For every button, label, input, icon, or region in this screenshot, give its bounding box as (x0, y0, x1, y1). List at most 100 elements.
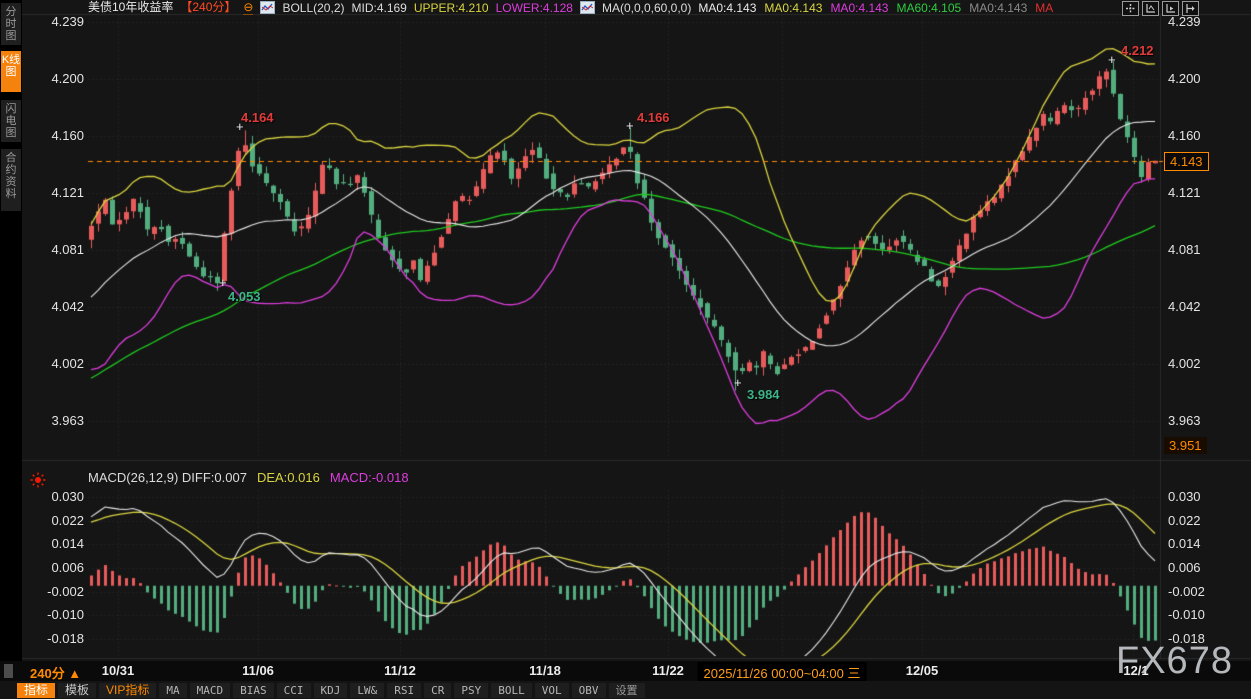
toolbar-button-BOLL[interactable]: BOLL (491, 683, 532, 698)
boll-mid-value: MID:4.169 (352, 1, 407, 15)
macd-tick-left: -0.002 (22, 584, 84, 599)
macd-tick-left: 0.014 (22, 536, 84, 551)
toolbar-button-模板[interactable]: 模板 (58, 683, 96, 698)
sidebar-tab-1[interactable]: 分时图 (1, 3, 21, 45)
price-tick-right: 4.002 (1168, 356, 1201, 371)
date-axis: 240分 ▲ 10/3111/0611/1211/1811/2212/0512/… (0, 661, 1251, 681)
macd-tick-right: -0.010 (1168, 607, 1205, 622)
resize-handle[interactable] (4, 664, 13, 678)
toolbar-button-VOL[interactable]: VOL (535, 683, 569, 698)
date-label: 10/31 (102, 663, 135, 678)
ma-value-6: MA (1035, 1, 1053, 15)
extreme-marker-icon: + (219, 278, 227, 288)
macd-tick-left: -0.010 (22, 607, 84, 622)
sidebar-tab-2[interactable]: K线图 (1, 51, 21, 92)
toolbar-button-RSI[interactable]: RSI (387, 683, 421, 698)
macd-value-label: MACD:-0.018 (330, 470, 409, 485)
price-tick-right: 4.239 (1168, 14, 1201, 29)
macd-dea-label: DEA:0.016 (257, 470, 320, 485)
extreme-marker-icon: + (626, 121, 634, 131)
ma-value-5: MA0:4.143 (969, 1, 1027, 15)
macd-tick-right: 0.006 (1168, 560, 1201, 575)
date-label: 11/18 (529, 663, 561, 678)
alert-icon[interactable] (30, 472, 46, 493)
toolbar-button-LW&[interactable]: LW& (350, 683, 384, 698)
chart-canvas[interactable] (0, 0, 1251, 699)
highlighted-date-label: 2025/11/26 00:00~04:00 三 (698, 662, 867, 683)
extreme-marker-icon: + (734, 378, 742, 388)
chart-pane-icon[interactable] (1142, 1, 1159, 16)
macd-tick-right: 0.030 (1168, 489, 1201, 504)
fx678-watermark: FX678 (1116, 640, 1233, 683)
price-tick-left: 4.121 (22, 185, 84, 200)
macd-tick-left: 0.022 (22, 513, 84, 528)
ma-value-4: MA60:4.105 (896, 1, 961, 15)
date-label: 11/12 (384, 663, 416, 678)
sidebar: 分时图 K线图闪电图合约资料 (0, 0, 22, 661)
toolbar-button-VIP指标[interactable]: VIP指标 (99, 683, 156, 698)
date-label: 11/06 (242, 663, 274, 678)
price-tick-right: 4.042 (1168, 299, 1201, 314)
macd-tick-right: 0.014 (1168, 536, 1201, 551)
price-tick-left: 3.963 (22, 413, 84, 428)
boll-indicator-icon[interactable] (260, 1, 275, 14)
chart-play-icon[interactable] (1162, 1, 1179, 16)
macd-tick-right: -0.002 (1168, 584, 1205, 599)
toolbar-button-指标[interactable]: 指标 (17, 683, 55, 698)
macd-header: MACD(26,12,9) DIFF:0.007 DEA:0.016 MACD:… (88, 470, 409, 485)
header-toolbar-icons (1122, 1, 1199, 16)
sidebar-tab-4[interactable]: 合约资料 (1, 149, 21, 211)
macd-tick-left: 0.006 (22, 560, 84, 575)
toolbar-button-PSY[interactable]: PSY (454, 683, 488, 698)
extreme-marker-icon: + (1108, 55, 1116, 65)
price-tick-left: 4.081 (22, 242, 84, 257)
ma-indicator-icon[interactable] (580, 1, 595, 14)
price-tick-right: 4.081 (1168, 242, 1201, 257)
price-annotation: 3.984 (747, 387, 780, 402)
price-tick-left: 4.239 (22, 14, 84, 29)
period-selector[interactable]: 240分 ▲ (30, 663, 81, 682)
indicator-toolbar: 指标模板VIP指标MA MACDBIASCCIKDJLW&RSICRPSYBOLL… (0, 681, 1251, 699)
ma-value-2: MA0:4.143 (764, 1, 822, 15)
collapse-icon[interactable]: ⊖ (243, 0, 253, 15)
macd-tick-left: -0.018 (22, 631, 84, 646)
crosshair-move-icon[interactable] (1122, 1, 1139, 16)
toolbar-button-MA[interactable]: MA (159, 683, 186, 698)
price-tick-right: 4.200 (1168, 71, 1201, 86)
price-tick-right: 4.160 (1168, 128, 1201, 143)
price-tick-left: 4.200 (22, 71, 84, 86)
period-tag: 【240分】 (180, 0, 236, 15)
ma-value-3: MA0:4.143 (830, 1, 888, 15)
price-tick-left: 4.160 (22, 128, 84, 143)
price-tick-right: 3.963 (1168, 413, 1201, 428)
price-annotation: 4.053 (228, 289, 261, 304)
settings-button[interactable]: 设置 (609, 683, 645, 698)
toolbar-button-BIAS[interactable]: BIAS (233, 683, 274, 698)
exit-fullscreen-icon[interactable] (1182, 1, 1199, 16)
toolbar-button-CCI[interactable]: CCI (277, 683, 311, 698)
ma-label: MA(0,0,0,60,0,0) (602, 1, 691, 15)
ma-values: MA0:4.143MA0:4.143MA0:4.143MA60:4.105MA0… (698, 1, 1053, 15)
macd-diff-label: MACD(26,12,9) DIFF:0.007 (88, 470, 247, 485)
price-annotation: 4.212 (1121, 43, 1154, 58)
chart-header: 美债10年收益率 【240分】 ⊖ BOLL(20,2) MID:4.169 U… (88, 0, 1053, 15)
date-label: 11/22 (652, 663, 684, 678)
extreme-marker-icon: + (236, 122, 244, 132)
toolbar-button-OBV[interactable]: OBV (572, 683, 606, 698)
toolbar-button-KDJ[interactable]: KDJ (314, 683, 348, 698)
price-annotation: 4.166 (637, 110, 670, 125)
boll-upper-value: UPPER:4.210 (414, 1, 489, 15)
chart-app: 分时图 K线图闪电图合约资料 美债10年收益率 【240分】 ⊖ BOLL(20,… (0, 0, 1251, 699)
boll-lower-value: LOWER:4.128 (496, 1, 573, 15)
macd-tick-right: 0.022 (1168, 513, 1201, 528)
sidebar-tab-3[interactable]: 闪电图 (1, 100, 21, 142)
low-price-badge: 3.951 (1164, 437, 1207, 454)
price-tick-right: 4.121 (1168, 185, 1201, 200)
price-annotation: 4.164 (241, 110, 274, 125)
price-tick-left: 4.042 (22, 299, 84, 314)
toolbar-button-CR[interactable]: CR (424, 683, 451, 698)
current-price-badge: 4.143 (1164, 152, 1209, 171)
toolbar-button-MACD[interactable]: MACD (190, 683, 231, 698)
instrument-title: 美债10年收益率 (88, 0, 173, 15)
boll-label: BOLL(20,2) (282, 1, 344, 15)
